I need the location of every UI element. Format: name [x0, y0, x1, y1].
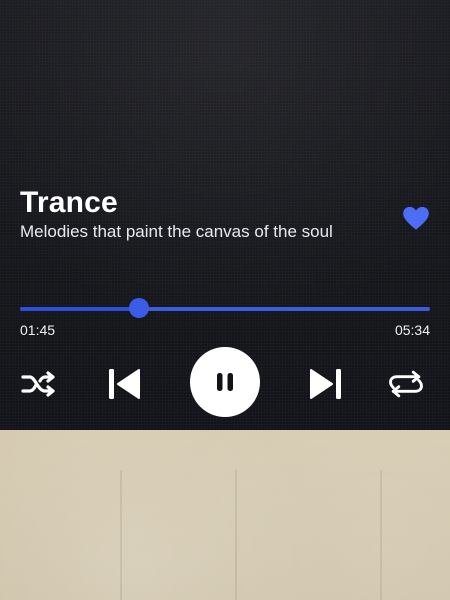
previous-icon [109, 369, 140, 399]
music-player-screen: Trance Melodies that paint the canvas of… [0, 0, 450, 600]
total-time: 05:34 [394, 322, 430, 338]
repeat-icon [389, 370, 423, 398]
pause-button[interactable] [190, 347, 260, 417]
next-button[interactable] [306, 365, 346, 403]
fur-fold [235, 470, 237, 600]
previous-button[interactable] [104, 365, 144, 403]
fur-fold [120, 470, 122, 600]
track-title: Trance [20, 186, 118, 219]
track-subtitle: Melodies that paint the canvas of the so… [20, 222, 333, 241]
heart-icon [403, 206, 429, 230]
next-icon [310, 369, 341, 399]
fur-background [0, 430, 450, 600]
pause-icon [217, 373, 233, 391]
shuffle-icon [21, 371, 55, 397]
progress-bar[interactable] [20, 298, 430, 318]
shuffle-button[interactable] [20, 365, 60, 403]
elapsed-time: 01:45 [20, 322, 56, 338]
repeat-button[interactable] [386, 365, 426, 403]
progress-played [20, 307, 139, 311]
progress-thumb[interactable] [129, 298, 149, 318]
fur-fold [380, 470, 382, 600]
favorite-button[interactable] [402, 205, 430, 231]
